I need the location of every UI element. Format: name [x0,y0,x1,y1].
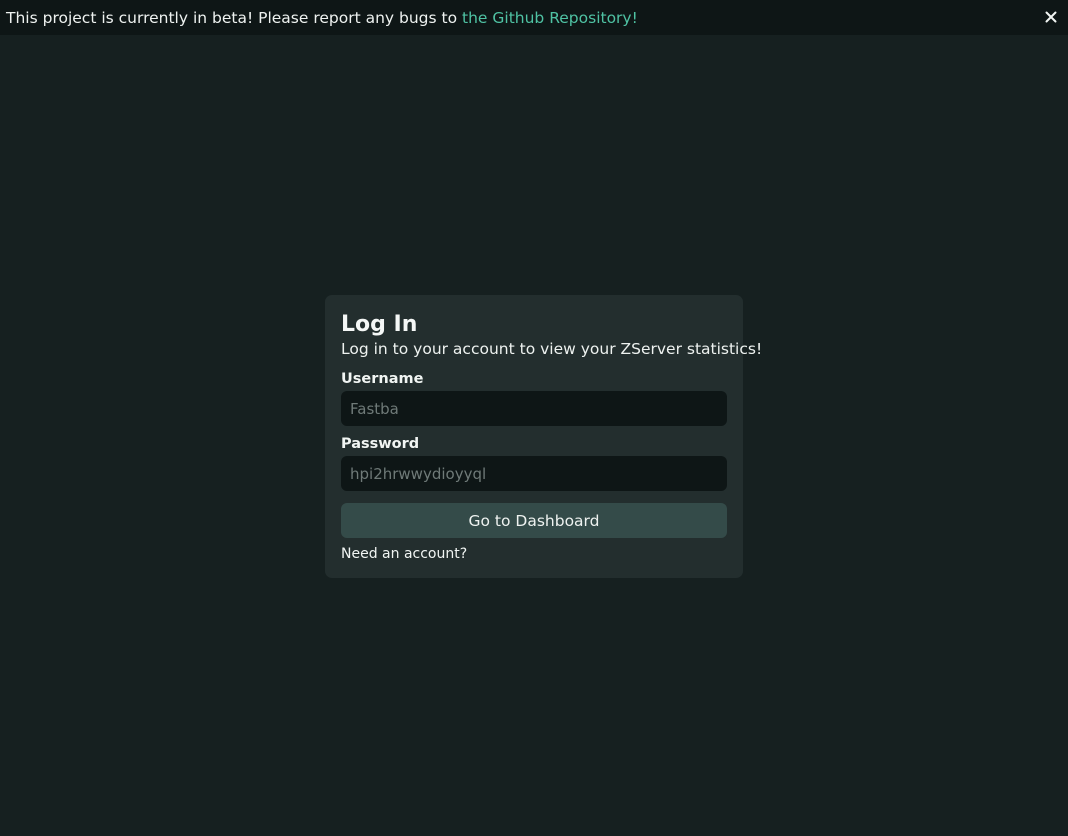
beta-banner: This project is currently in beta! Pleas… [0,0,1068,35]
username-label: Username [341,371,424,387]
password-input[interactable] [341,456,727,491]
password-label: Password [341,436,420,452]
close-icon [1045,11,1057,23]
username-input[interactable] [341,391,727,426]
need-account-link[interactable]: Need an account? [341,546,467,562]
go-to-dashboard-button[interactable]: Go to Dashboard [341,503,727,538]
login-card: Log In Log in to your account to view yo… [325,295,763,578]
github-repository-link[interactable]: the Github Repository! [462,9,638,27]
login-subtitle: Log in to your account to view your ZSer… [341,340,763,358]
login-title: Log In [341,312,418,337]
beta-banner-message: This project is currently in beta! Pleas… [6,8,463,27]
close-banner-button[interactable] [1042,8,1060,26]
beta-banner-text: This project is currently in beta! Pleas… [6,9,638,27]
